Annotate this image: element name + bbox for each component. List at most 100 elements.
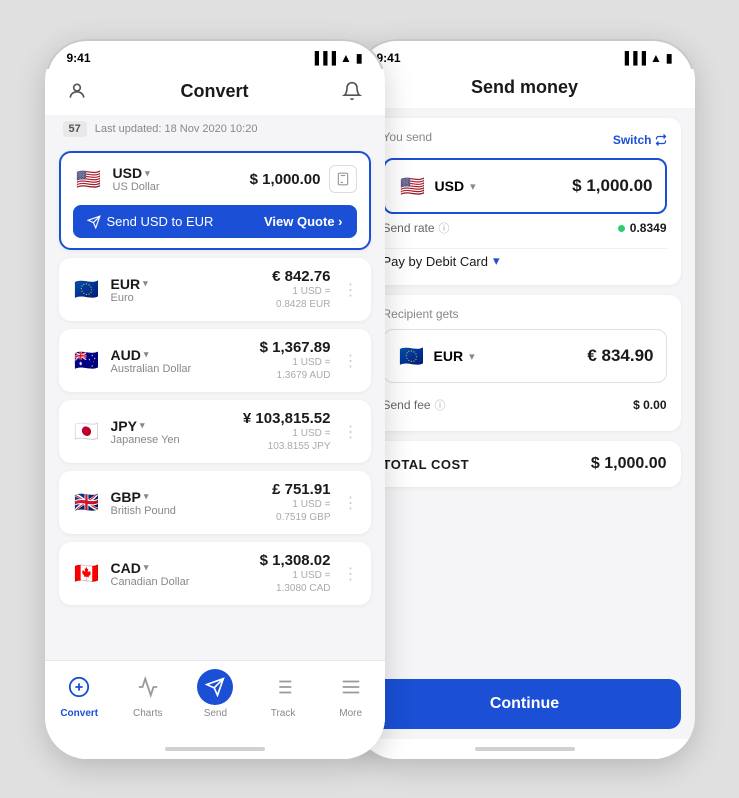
amount-cad: $ 1,308.02 — [260, 552, 331, 569]
name-cad: Canadian Dollar — [111, 576, 190, 588]
send-screen: Send money You send Switch — [355, 69, 695, 759]
code-eur: EUR ▾ — [111, 276, 148, 292]
signal-icon: ▐▐▐ — [310, 51, 336, 65]
name-jpy: Japanese Yen — [111, 434, 180, 446]
status-bar-left: 9:41 ▐▐▐ ▲ ▮ — [45, 39, 385, 69]
nav-track-label: Track — [271, 708, 296, 719]
currency-card-jpy[interactable]: 🇯🇵 JPY ▾ Japanese Yen ¥ 1 — [59, 400, 371, 463]
send-currency-selector[interactable]: 🇺🇸 USD ▾ — [397, 170, 476, 202]
pay-method-row[interactable]: Pay by Debit Card ▾ — [383, 248, 667, 273]
bell-icon-btn[interactable] — [338, 77, 366, 105]
send-currency-code: USD — [435, 178, 465, 194]
send-fee-label: Send fee — [383, 398, 431, 412]
more-dots-cad[interactable]: ⋮ — [339, 564, 359, 584]
name-aud: Australian Dollar — [111, 363, 192, 375]
amount-usd: $ 1,000.00 — [250, 171, 321, 188]
nav-more-label: More — [339, 708, 362, 719]
recipient-currency-selector[interactable]: 🇪🇺 EUR ▾ — [396, 340, 475, 372]
battery-icon: ▮ — [356, 51, 363, 65]
scene: 9:41 ▐▐▐ ▲ ▮ Convert — [0, 0, 739, 798]
pay-method-label: Pay by Debit Card — [383, 254, 489, 269]
code-aud: AUD ▾ — [111, 347, 192, 363]
home-indicator-left — [45, 739, 385, 759]
recipient-flag: 🇪🇺 — [396, 340, 428, 372]
code-gbp: GBP ▾ — [111, 489, 176, 505]
convert-screen: Convert 57 Last updated: 18 Nov 2020 10:… — [45, 69, 385, 759]
send-page-title: Send money — [471, 77, 578, 97]
nav-send-label: Send — [204, 708, 227, 719]
name-usd: US Dollar — [113, 181, 160, 193]
currency-card-eur[interactable]: 🇪🇺 EUR ▾ Euro € 842.76 — [59, 258, 371, 321]
send-header: Send money — [355, 69, 695, 108]
currency-list: 🇺🇸 USD ▾ US Dollar $ 1,000.00 — [45, 143, 385, 660]
currency-card-gbp[interactable]: 🇬🇧 GBP ▾ British Pound £ — [59, 471, 371, 534]
signal-icons-left: ▐▐▐ ▲ ▮ — [310, 51, 362, 65]
time-left: 9:41 — [67, 51, 91, 65]
status-bar-right: 9:41 ▐▐▐ ▲ ▮ — [355, 39, 695, 69]
total-cost-bar: TOTAL COST $ 1,000.00 — [369, 441, 681, 487]
amount-aud: $ 1,367.89 — [260, 339, 331, 356]
convert-page-title: Convert — [180, 81, 248, 102]
rate-indicator-dot — [618, 225, 625, 232]
send-fee-value: $ 0.00 — [633, 398, 666, 412]
send-content: You send Switch 🇺🇸 USD ▾ — [355, 108, 695, 739]
code-cad: CAD ▾ — [111, 560, 190, 576]
code-usd: USD ▾ — [113, 165, 160, 181]
nav-send[interactable]: Send — [197, 669, 233, 719]
signal-icon-right: ▐▐▐ — [620, 51, 646, 65]
currency-card-cad[interactable]: 🇨🇦 CAD ▾ Canadian Dollar — [59, 542, 371, 605]
rate-cad: 1 USD =1.3080 CAD — [260, 569, 331, 595]
send-rate-value: 0.8349 — [630, 221, 667, 235]
nav-charts-label: Charts — [133, 708, 162, 719]
view-quote-label: View Quote › — [264, 214, 343, 229]
user-icon-btn[interactable] — [63, 77, 91, 105]
send-flag: 🇺🇸 — [397, 170, 429, 202]
signal-icons-right: ▐▐▐ ▲ ▮ — [620, 51, 672, 65]
rate-gbp: 1 USD =0.7519 GBP — [272, 498, 330, 524]
more-dots-eur[interactable]: ⋮ — [339, 280, 359, 300]
last-updated-bar: 57 Last updated: 18 Nov 2020 10:20 — [45, 115, 385, 143]
calculator-icon[interactable] — [329, 165, 357, 193]
name-eur: Euro — [111, 292, 148, 304]
flag-eur: 🇪🇺 — [71, 274, 103, 306]
nav-more[interactable]: More — [333, 669, 369, 719]
amount-eur: € 842.76 — [272, 268, 330, 285]
pay-method-caret: ▾ — [493, 253, 500, 269]
send-money-phone: 9:41 ▐▐▐ ▲ ▮ Send money You send Switch — [355, 39, 695, 759]
send-quote-button[interactable]: Send USD to EUR View Quote › — [73, 205, 357, 238]
you-send-input-row[interactable]: 🇺🇸 USD ▾ $ 1,000.00 — [383, 158, 667, 214]
wifi-icon-right: ▲ — [650, 51, 662, 65]
rate-jpy: 1 USD =103.8155 JPY — [243, 427, 331, 453]
amount-gbp: £ 751.91 — [272, 481, 330, 498]
nav-track[interactable]: Track — [265, 669, 301, 719]
more-dots-aud[interactable]: ⋮ — [339, 351, 359, 371]
recipient-label: Recipient gets — [383, 307, 667, 321]
continue-button[interactable]: Continue — [369, 679, 681, 729]
recipient-input-row[interactable]: 🇪🇺 EUR ▾ € 834.90 — [383, 329, 667, 383]
more-dots-gbp[interactable]: ⋮ — [339, 493, 359, 513]
battery-icon-right: ▮ — [666, 51, 673, 65]
switch-button[interactable]: Switch — [613, 133, 667, 147]
send-rate-label: Send rate — [383, 221, 435, 235]
currency-card-aud[interactable]: 🇦🇺 AUD ▾ Australian Dollar — [59, 329, 371, 392]
amount-jpy: ¥ 103,815.52 — [243, 410, 331, 427]
send-label: Send USD to EUR — [107, 214, 214, 229]
total-cost-label: TOTAL COST — [383, 457, 470, 472]
nav-charts[interactable]: Charts — [130, 669, 166, 719]
flag-usd: 🇺🇸 — [73, 163, 105, 195]
recipient-currency-code: EUR — [434, 348, 464, 364]
flag-aud: 🇦🇺 — [71, 345, 103, 377]
currency-card-usd[interactable]: 🇺🇸 USD ▾ US Dollar $ 1,000.00 — [59, 151, 371, 250]
recipient-section: Recipient gets 🇪🇺 EUR ▾ € 834.90 Send fe… — [369, 295, 681, 431]
name-gbp: British Pound — [111, 505, 176, 517]
flag-gbp: 🇬🇧 — [71, 487, 103, 519]
rate-aud: 1 USD =1.3679 AUD — [260, 356, 331, 382]
rate-eur: 1 USD =0.8428 EUR — [272, 285, 330, 311]
update-badge: 57 — [63, 121, 87, 137]
more-dots-jpy[interactable]: ⋮ — [339, 422, 359, 442]
send-rate-info-icon: ⓘ — [439, 220, 450, 236]
recipient-amount: € 834.90 — [587, 346, 653, 366]
nav-convert[interactable]: Convert — [60, 669, 98, 719]
nav-convert-label: Convert — [60, 708, 98, 719]
convert-header: Convert — [45, 69, 385, 115]
